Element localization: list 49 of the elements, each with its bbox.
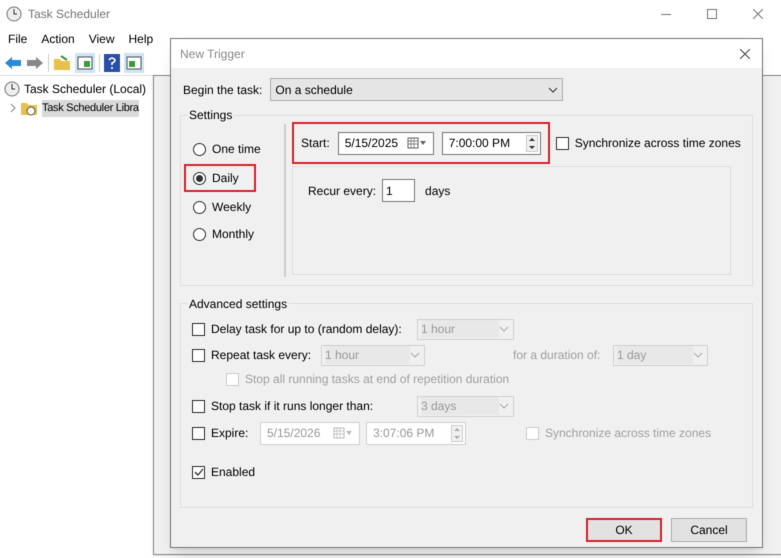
time-field[interactable]: 7:00:00 PM	[442, 132, 541, 154]
caret-icon	[548, 86, 558, 92]
back-arrow-icon[interactable]	[4, 56, 22, 70]
panel-icon[interactable]	[75, 52, 95, 72]
dialog-button[interactable]: OK	[586, 518, 662, 542]
folder-clock-icon	[20, 100, 38, 116]
field-label: Recur every:	[308, 183, 376, 200]
window-title: Task Scheduler	[28, 6, 110, 23]
field-label: for a duration of:	[513, 347, 602, 364]
date-field[interactable]: 5/15/2025	[338, 132, 434, 154]
unit-label: days	[425, 183, 450, 200]
radio-button[interactable]	[193, 142, 206, 156]
option-label[interactable]: Monthly	[212, 225, 254, 243]
caret-icon	[410, 352, 420, 358]
menu-item[interactable]: Help	[128, 30, 154, 48]
caret-icon	[499, 403, 509, 409]
dialog-button[interactable]: Cancel	[671, 518, 747, 542]
clock-icon	[4, 81, 20, 97]
help-icon[interactable]	[104, 54, 120, 72]
panel-icon[interactable]	[124, 52, 144, 72]
spinner-icon[interactable]	[526, 134, 538, 152]
checkbox[interactable]	[192, 466, 205, 478]
checkbox-label[interactable]: Enabled	[211, 463, 256, 481]
option-label[interactable]: Daily	[212, 169, 239, 187]
tree-item[interactable]: Task Scheduler (Local)	[24, 80, 146, 98]
menu-item[interactable]: File	[8, 30, 28, 48]
radio-button[interactable]	[193, 228, 206, 240]
menu-item[interactable]: View	[88, 30, 114, 48]
option-label[interactable]: One time	[212, 140, 261, 158]
radio-button[interactable]	[193, 200, 206, 214]
clock-icon	[6, 6, 22, 22]
chevron-icon[interactable]	[10, 103, 16, 114]
caret-icon	[499, 326, 509, 332]
checkbox-label[interactable]: Synchronize across time zones	[574, 134, 741, 152]
dialog-title: New Trigger	[180, 46, 245, 62]
calendar-icon[interactable]	[406, 137, 427, 149]
field-label: Start:	[301, 135, 330, 152]
input-field[interactable]: 1	[382, 179, 416, 202]
caret-icon	[693, 352, 703, 358]
checkbox[interactable]	[556, 136, 569, 150]
radio-button[interactable]	[193, 172, 206, 184]
option-label[interactable]: Weekly	[212, 198, 252, 216]
dropdown[interactable]: On a schedule	[270, 78, 564, 101]
close-icon[interactable]	[740, 48, 750, 58]
menu-item[interactable]: Action	[41, 30, 75, 48]
forward-arrow-icon[interactable]	[26, 56, 44, 70]
tree-item[interactable]: Task Scheduler Libra	[42, 100, 139, 116]
folder-icon[interactable]	[53, 54, 71, 70]
field-label: Begin the task:	[183, 82, 262, 98]
